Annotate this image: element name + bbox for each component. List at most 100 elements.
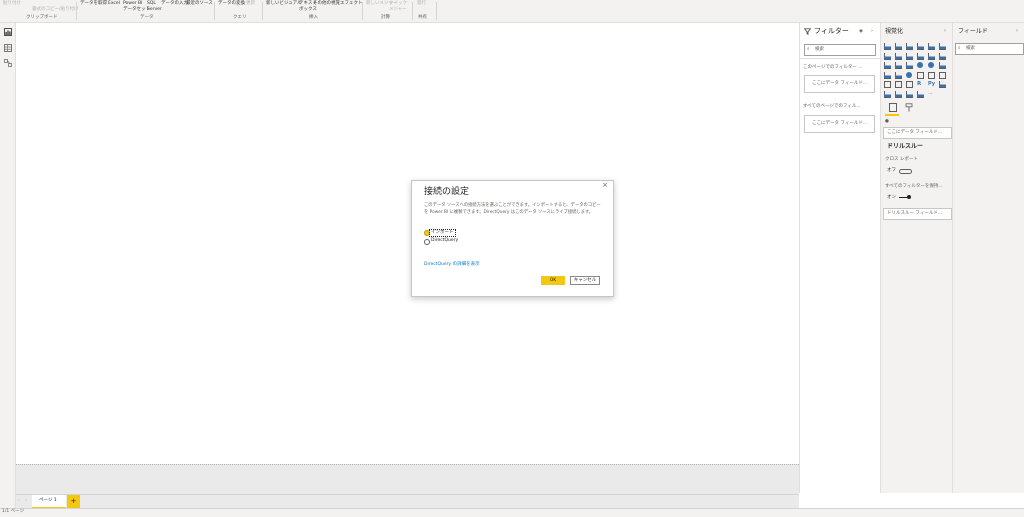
dialog-title: 接続の設定 [424,187,470,197]
drillthrough-dropzone[interactable]: ドリルスルー フィールド... [883,208,952,220]
data-group-label: データ [140,15,154,20]
treemap-icon[interactable] [939,62,946,69]
active-tab-indicator [885,114,899,116]
waterfall-chart-icon[interactable] [884,62,891,69]
pie-chart-icon[interactable] [917,62,923,68]
fields-pane: フィールド › ⌕ 検索 [952,23,1024,493]
publish-button[interactable]: 発行 [417,1,426,7]
page-tab[interactable]: ページ 1 [32,495,66,508]
view-rail [0,23,16,508]
card-icon[interactable] [917,71,924,79]
stacked-area-chart-icon[interactable] [906,52,913,60]
share-group-label: 共有 [418,15,427,20]
funnel-chart-icon[interactable] [895,62,902,69]
donut-chart-icon[interactable] [928,62,934,68]
query-group: データの変換 更新 クエリ [217,0,261,22]
scatter-chart-icon[interactable] [906,62,913,69]
gauge-icon[interactable] [906,71,912,78]
powerbi-dataset-button[interactable]: Power BI データセット [123,1,150,13]
quick-measure-button[interactable]: クイック メジャー [389,1,407,13]
values-dropzone[interactable]: ここにデータ フィールド... [883,127,952,139]
multi-row-card-icon[interactable] [928,71,935,79]
paginated-visual-icon[interactable] [917,90,924,98]
ok-button[interactable]: OK [541,276,565,285]
line-clustered-chart-icon[interactable] [928,52,935,60]
matrix-icon[interactable] [906,81,913,88]
data-icon[interactable] [4,44,12,52]
filters-search-placeholder: 検索 [815,47,824,52]
filters-search-input[interactable]: ⌕ 検索 [804,44,876,56]
data-group: データを取得 Excel Power BI データセット SQL Server … [79,0,213,22]
area-chart-icon[interactable] [895,52,902,60]
import-option-label: インポート [429,229,456,237]
report-canvas[interactable] [16,23,799,464]
directquery-learn-more-link[interactable]: DirectQuery の詳細を表示 [424,262,480,268]
clipboard-group: 貼り付け 書式のコピー/貼り付け クリップボード [2,0,79,22]
ribbon-separator [76,2,77,20]
decomposition-tree-icon[interactable] [884,90,891,98]
clustered-column-chart-icon[interactable] [917,43,924,50]
python-visual-icon[interactable]: Py [928,81,935,88]
values-dot-icon: ● [885,119,889,124]
visibility-icon[interactable]: ◉ [859,29,863,35]
recent-sources-button[interactable]: 最近のソース [186,1,213,7]
report-icon[interactable] [4,28,12,36]
close-icon[interactable]: × [602,181,608,189]
query-group-label: クエリ [233,15,247,20]
prev-page-chevron-icon[interactable]: ‹ [18,498,20,504]
fields-title: フィールド [958,28,988,35]
refresh-button[interactable]: 更新 [246,1,255,7]
cross-report-label: クロス レポート [885,157,918,162]
next-page-chevron-icon[interactable]: › [25,498,27,504]
fields-search-placeholder: 検索 [966,46,975,51]
table-icon[interactable] [895,81,902,88]
model-icon[interactable] [4,59,12,67]
cross-report-value: オフ [887,168,896,173]
calc-group: 新しいメジャー クイック メジャー 計算 [365,0,411,22]
all-pages-filters-heading: すべてのページでのフィル... [803,104,861,109]
kpi-icon[interactable] [939,71,946,79]
excel-button[interactable]: Excel [108,1,120,7]
filled-map-icon[interactable] [895,71,902,79]
add-page-button[interactable]: + [67,495,80,508]
drillthrough-title: ドリルスルー [887,143,924,150]
calc-group-label: 計算 [381,15,390,20]
stacked-bar-chart-icon[interactable] [884,43,891,50]
new-visual-button[interactable]: 新しいビジュアル [266,1,302,7]
collapse-chevron-icon[interactable]: › [871,28,873,35]
enter-data-button[interactable]: データの入力 [161,1,188,7]
format-paint-roller-icon[interactable] [905,103,913,112]
ribbon-chart-icon[interactable] [939,52,946,60]
fields-search-input[interactable]: ⌕ 検索 [955,43,1024,55]
key-influencers-icon[interactable] [939,81,946,88]
paste-button[interactable]: 貼り付け [3,1,21,7]
page-count-status: 1/1 ページ [2,509,25,514]
ribbon-separator [362,2,363,20]
transform-data-button[interactable]: データの変換 [218,1,245,7]
slicer-icon[interactable] [884,81,891,88]
insert-group: 新しいビジュアル テキスト ボックス その他の視覚エフェクト 挿入 [265,0,363,22]
page-filters-dropzone[interactable]: ここにデータ フィールド... [804,75,875,93]
all-pages-filters-dropzone[interactable]: ここにデータ フィールド... [804,115,875,133]
line-chart-icon[interactable] [884,52,891,60]
more-visuals-icon[interactable]: ··· [928,91,935,98]
fields-collapse-chevron-icon[interactable]: › [1016,28,1018,35]
more-visuals-button[interactable]: その他の視覚エフェクト [313,1,363,7]
fields-well-icon[interactable] [889,103,897,112]
100pct-column-chart-icon[interactable] [939,43,946,50]
cancel-button[interactable]: キャンセル [570,276,600,285]
viz-collapse-chevron-icon[interactable]: › [944,28,946,35]
smart-narrative-icon[interactable] [906,90,913,98]
r-visual-icon[interactable]: R [917,81,924,88]
format-painter-button[interactable]: 書式のコピー/貼り付け [32,7,79,13]
line-column-chart-icon[interactable] [917,52,924,60]
map-icon[interactable] [884,71,891,79]
page-tabs-bar: ‹ › ページ 1 + [16,494,799,509]
sql-server-button[interactable]: SQL Server [147,1,162,13]
get-data-button[interactable]: データを取得 [80,1,107,7]
canvas-margin [16,464,799,495]
stacked-column-chart-icon[interactable] [895,43,902,50]
clustered-bar-chart-icon[interactable] [906,43,913,50]
100pct-bar-chart-icon[interactable] [928,43,935,50]
qa-visual-icon[interactable] [895,90,902,98]
